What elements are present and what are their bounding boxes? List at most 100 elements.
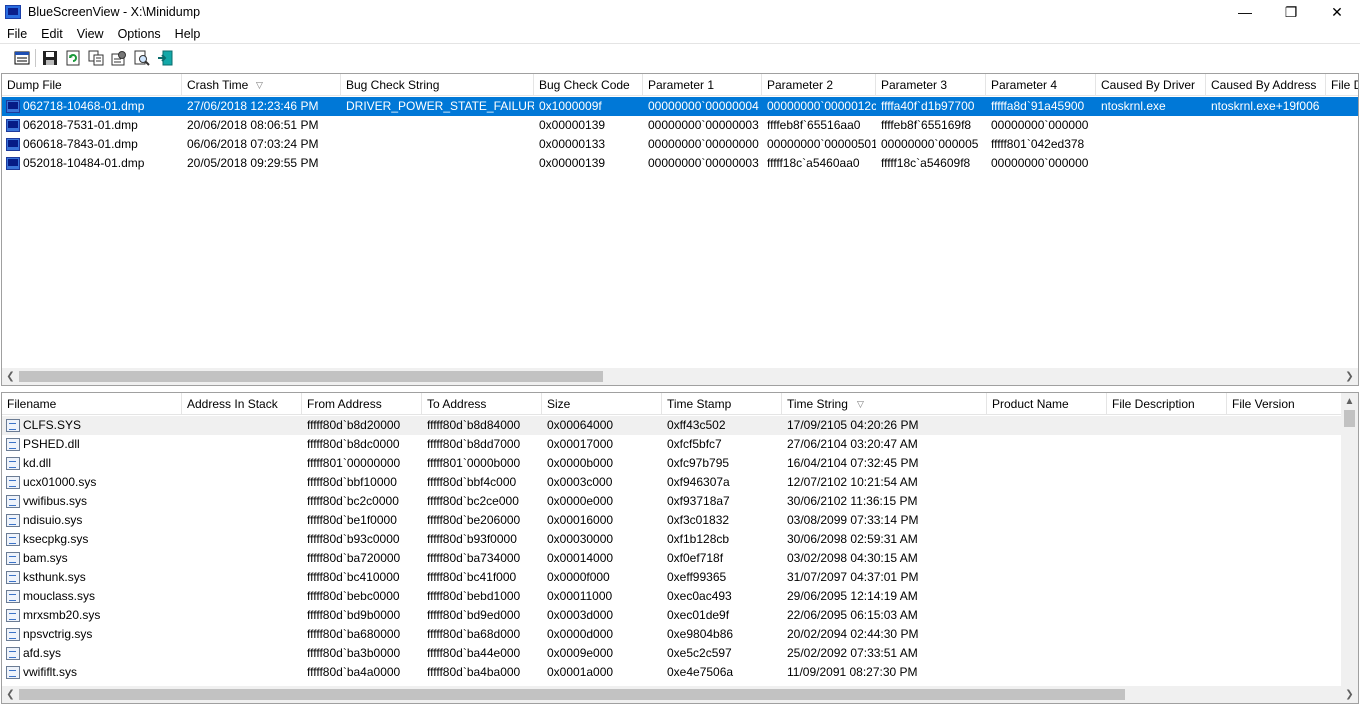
column-header-caused-by-driver[interactable]: Caused By Driver: [1096, 74, 1206, 96]
column-header-dump-file[interactable]: Dump File: [2, 74, 182, 96]
cell-file-description: [1107, 435, 1227, 454]
minimize-button[interactable]: —: [1222, 0, 1268, 24]
scroll-left-arrow[interactable]: ❮: [2, 368, 19, 385]
column-header-size[interactable]: Size: [542, 393, 662, 415]
scroll-right-arrow[interactable]: ❯: [1341, 368, 1358, 385]
cell-parameter-2: fffff18c`a5460aa0: [767, 156, 860, 170]
cell-time-string: 11/09/2091 08:27:30 PM: [787, 665, 918, 679]
table-row[interactable]: afd.sys fffff80d`ba3b0000 fffff80d`ba44e00…: [2, 644, 1352, 663]
dump-list-horizontal-scrollbar[interactable]: ❮ ❯: [2, 368, 1358, 385]
table-row[interactable]: ksthunk.sys fffff80d`bc410000 fffff80d`bc4…: [2, 568, 1352, 587]
cell-time-stamp: 0xf0ef718f: [667, 551, 724, 565]
refresh-icon: [66, 50, 79, 65]
properties-window-button[interactable]: [10, 47, 33, 69]
scroll-right-arrow[interactable]: ❯: [1341, 686, 1358, 703]
column-header-product-name[interactable]: Product Name: [987, 393, 1107, 415]
column-header-file-version[interactable]: File Version: [1227, 393, 1352, 415]
column-header-parameter-2[interactable]: Parameter 2: [762, 74, 876, 96]
scroll-thumb[interactable]: [19, 371, 603, 382]
close-button[interactable]: ✕: [1314, 0, 1360, 24]
column-header-filename[interactable]: Filename: [2, 393, 182, 415]
column-header-parameter-1[interactable]: Parameter 1: [643, 74, 762, 96]
save-button[interactable]: [38, 47, 61, 69]
column-header-parameter-3[interactable]: Parameter 3: [876, 74, 986, 96]
table-row[interactable]: PSHED.dll fffff80d`b8dc0000 fffff80d`b8dd7…: [2, 435, 1352, 454]
driver-list-vertical-scrollbar[interactable]: ▲: [1341, 393, 1358, 686]
scroll-track[interactable]: [19, 686, 1341, 703]
menu-view[interactable]: View: [70, 27, 111, 41]
cell-time-string: 20/02/2094 02:44:30 PM: [787, 627, 919, 641]
vertical-scroll-thumb[interactable]: [1344, 410, 1355, 427]
table-row[interactable]: ucx01000.sys fffff80d`bbf10000 fffff80d`bb…: [2, 473, 1352, 492]
table-row[interactable]: 062718-10468-01.dmp 27/06/2018 12:23:46 P…: [2, 97, 1358, 116]
find-icon: [134, 50, 150, 66]
column-header-time-string[interactable]: Time String ▽: [782, 393, 987, 415]
scroll-thumb[interactable]: [19, 689, 1125, 700]
menu-edit[interactable]: Edit: [34, 27, 70, 41]
table-row[interactable]: ndisuio.sys fffff80d`be1f0000 fffff80d`be2…: [2, 511, 1352, 530]
cell-to-address: fffff80d`b8dd7000: [427, 437, 521, 451]
cell-from-address: fffff80d`b93c0000: [307, 532, 400, 546]
table-row[interactable]: vwifibus.sys fffff80d`bc2c0000 fffff80d`bc…: [2, 492, 1352, 511]
cell-size: 0x0000e000: [547, 494, 614, 508]
cell-from-address: fffff80d`be1f0000: [307, 513, 397, 527]
refresh-button[interactable]: [61, 47, 84, 69]
cell-from-address: fffff80d`b8dc0000: [307, 437, 400, 451]
table-row[interactable]: 062018-7531-01.dmp 20/06/2018 08:06:51 PM…: [2, 116, 1358, 135]
cell-product-name: [987, 568, 1107, 587]
column-header-label: File Version: [1232, 397, 1295, 411]
driver-list-horizontal-scrollbar[interactable]: ❮ ❯: [2, 686, 1358, 703]
exit-button[interactable]: [153, 47, 176, 69]
table-row[interactable]: ksecpkg.sys fffff80d`b93c0000 fffff80d`b93…: [2, 530, 1352, 549]
table-row[interactable]: npsvctrig.sys fffff80d`ba680000 fffff80d`b…: [2, 625, 1352, 644]
column-header-file-description[interactable]: File Description: [1107, 393, 1227, 415]
cell-text: mouclass.sys: [23, 589, 96, 603]
column-header-bug-check-string[interactable]: Bug Check String: [341, 74, 534, 96]
cell-product-name: [987, 644, 1107, 663]
scroll-track[interactable]: [19, 368, 1341, 385]
menu-file[interactable]: File: [0, 27, 34, 41]
column-header-file-d[interactable]: File D: [1326, 74, 1358, 96]
scroll-up-arrow[interactable]: ▲: [1341, 393, 1358, 410]
column-header-address-in-stack[interactable]: Address In Stack: [182, 393, 302, 415]
cell-to-address: fffff80d`bc2ce000: [427, 494, 519, 508]
driver-file-icon: [6, 495, 20, 508]
cell-size: 0x00014000: [547, 551, 614, 565]
copy-button[interactable]: [84, 47, 107, 69]
table-row[interactable]: 052018-10484-01.dmp 20/05/2018 09:29:55 P…: [2, 154, 1358, 173]
cell-from-address: fffff80d`ba3b0000: [307, 646, 401, 660]
scroll-left-arrow[interactable]: ❮: [2, 686, 19, 703]
column-header-label: Filename: [7, 397, 57, 411]
column-header-time-stamp[interactable]: Time Stamp: [662, 393, 782, 415]
table-row[interactable]: bam.sys fffff80d`ba720000 fffff80d`ba73400…: [2, 549, 1352, 568]
cell-text: mrxsmb20.sys: [23, 608, 101, 622]
cell-text: 062018-7531-01.dmp: [23, 118, 138, 132]
column-header-from-address[interactable]: From Address: [302, 393, 422, 415]
maximize-button[interactable]: ❐: [1268, 0, 1314, 24]
driver-file-icon: [6, 438, 20, 451]
cell-text: kd.dll: [23, 456, 52, 470]
cell-file-d: [1326, 116, 1358, 135]
cell-caused-by-address: [1206, 154, 1326, 173]
cell-file-version: [1227, 473, 1352, 492]
cell-file-version: [1227, 435, 1352, 454]
cell-time-stamp: 0xff43c502: [667, 418, 726, 432]
find-button[interactable]: [130, 47, 153, 69]
column-header-bug-check-code[interactable]: Bug Check Code: [534, 74, 643, 96]
menu-help[interactable]: Help: [168, 27, 208, 41]
column-header-to-address[interactable]: To Address: [422, 393, 542, 415]
column-header-parameter-4[interactable]: Parameter 4: [986, 74, 1096, 96]
table-row[interactable]: mrxsmb20.sys fffff80d`bd9b0000 fffff80d`bd…: [2, 606, 1352, 625]
table-row[interactable]: mouclass.sys fffff80d`bebc0000 fffff80d`be…: [2, 587, 1352, 606]
column-header-caused-by-address[interactable]: Caused By Address: [1206, 74, 1326, 96]
cell-address-in-stack: [182, 625, 302, 644]
column-header-crash-time[interactable]: Crash Time ▽: [182, 74, 341, 96]
cell-time-string: 16/04/2104 07:32:45 PM: [787, 456, 919, 470]
column-header-label: Parameter 4: [991, 78, 1058, 92]
table-row[interactable]: vwififlt.sys fffff80d`ba4a0000 fffff80d`ba…: [2, 663, 1352, 682]
table-row[interactable]: 060618-7843-01.dmp 06/06/2018 07:03:24 PM…: [2, 135, 1358, 154]
advanced-options-button[interactable]: [107, 47, 130, 69]
table-row[interactable]: CLFS.SYS fffff80d`b8d20000 fffff80d`b8d840…: [2, 416, 1352, 435]
menu-options[interactable]: Options: [111, 27, 168, 41]
table-row[interactable]: kd.dll fffff801`00000000 fffff801`0000b000…: [2, 454, 1352, 473]
